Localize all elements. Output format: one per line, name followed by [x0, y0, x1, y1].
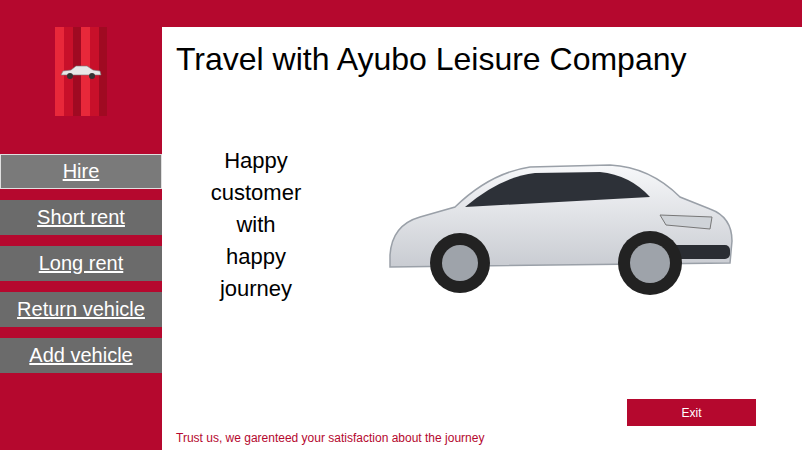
exit-button[interactable]: Exit: [627, 399, 756, 426]
slogan: Happy customer with happy journey: [207, 145, 305, 305]
sidebar-item[interactable]: Hire: [0, 154, 162, 189]
sidebar-item[interactable]: Add vehicle: [0, 338, 162, 373]
footer-text: Trust us, we garenteed your satisfaction…: [176, 431, 802, 450]
car-icon: [360, 145, 760, 305]
car-photo: [360, 145, 760, 305]
logo-icon: [55, 27, 107, 116]
sidebar-item[interactable]: Return vehicle: [0, 292, 162, 327]
content: Happy customer with happy journey: [176, 77, 802, 399]
app-window: Hire Short rent Long rent Return vehicle Add…: [0, 0, 802, 450]
sidebar-item[interactable]: Long rent: [0, 246, 162, 281]
sidebar-menu: Hire Short rent Long rent Return vehicle Add…: [0, 154, 162, 373]
main-panel: Travel with Ayubo Leisure Company Happy c…: [162, 27, 802, 450]
sidebar-item[interactable]: Short rent: [0, 200, 162, 235]
car-icon: [59, 64, 103, 80]
title-bar: [0, 0, 802, 27]
page-title: Travel with Ayubo Leisure Company: [176, 41, 802, 77]
action-row: Exit: [176, 399, 802, 426]
sidebar: Hire Short rent Long rent Return vehicle Add…: [0, 27, 162, 450]
